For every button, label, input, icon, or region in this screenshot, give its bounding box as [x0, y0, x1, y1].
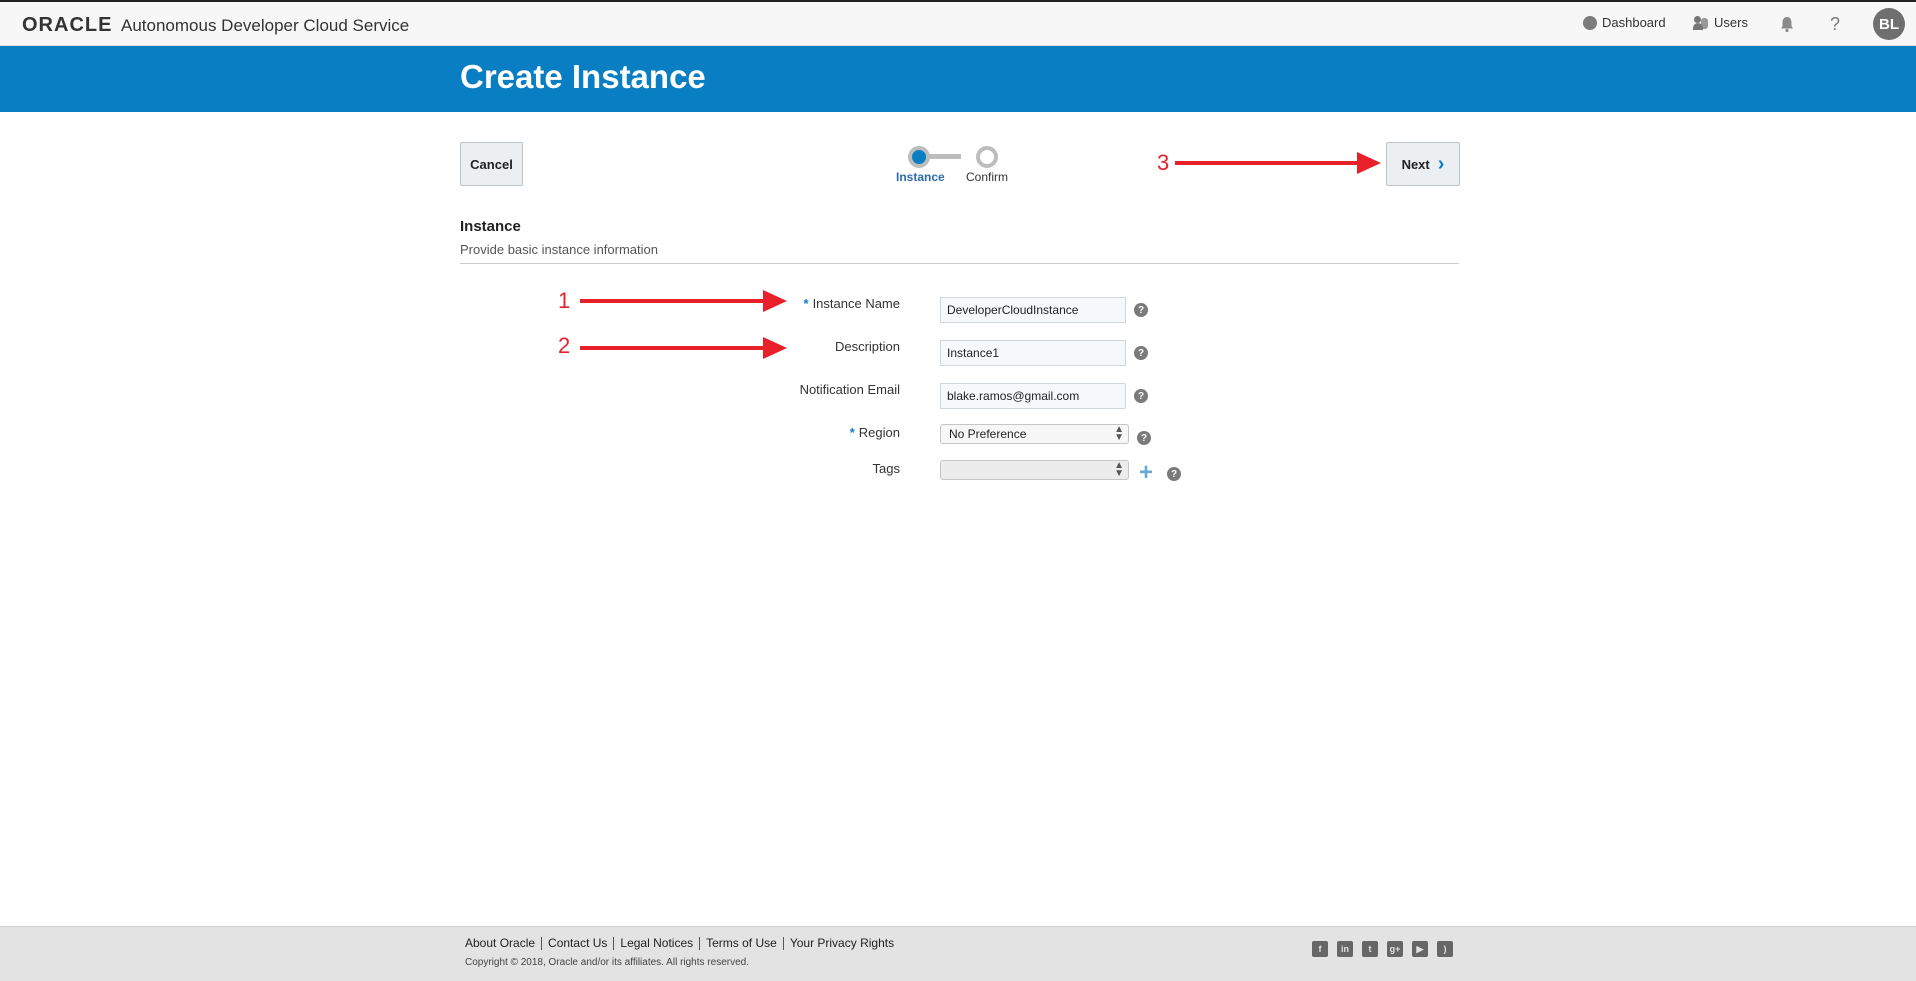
- region-label: * Region: [849, 425, 900, 440]
- annotation-number-3: 3: [1157, 150, 1170, 175]
- oracle-logo[interactable]: ORACLE: [22, 14, 112, 37]
- notification-email-help-icon[interactable]: ?: [1134, 389, 1148, 403]
- region-help-icon[interactable]: ?: [1137, 431, 1151, 445]
- instance-name-input[interactable]: [940, 297, 1126, 323]
- tags-label: Tags: [872, 461, 900, 476]
- required-marker: *: [849, 425, 855, 440]
- next-button[interactable]: Next ›: [1386, 142, 1460, 186]
- twitter-icon[interactable]: t: [1362, 941, 1378, 957]
- tags-help-icon[interactable]: ?: [1167, 467, 1181, 481]
- next-label: Next: [1401, 156, 1430, 172]
- copyright-text: Copyright © 2018, Oracle and/or its affi…: [465, 957, 749, 968]
- select-arrows-icon: ▲ ▼: [1114, 424, 1124, 443]
- avatar[interactable]: BL: [1873, 8, 1905, 40]
- annotation-arrow-1: [580, 299, 766, 303]
- instance-name-help-icon[interactable]: ?: [1134, 303, 1148, 317]
- annotation-arrow-3: [1175, 161, 1360, 165]
- app-title: Autonomous Developer Cloud Service: [121, 16, 410, 35]
- step-train: Instance Confirm: [896, 142, 1036, 192]
- annotation-number-1: 1: [558, 288, 571, 313]
- footer: About Oracle Contact Us Legal Notices Te…: [0, 926, 1916, 981]
- footer-link-about-oracle[interactable]: About Oracle: [465, 937, 541, 950]
- step-instance-indicator[interactable]: [908, 146, 930, 168]
- step-instance-label[interactable]: Instance: [896, 170, 945, 184]
- bell-icon[interactable]: [1778, 15, 1796, 33]
- page-title: Create Instance: [460, 58, 706, 95]
- users-label: Users: [1714, 15, 1748, 30]
- region-selected-value: No Preference: [949, 427, 1027, 441]
- dashboard-label: Dashboard: [1602, 15, 1666, 30]
- section-title: Instance: [460, 218, 521, 235]
- annotation-arrowhead-1: [763, 290, 787, 312]
- dashboard-link[interactable]: Dashboard: [1583, 15, 1666, 30]
- dashboard-icon: [1583, 15, 1597, 30]
- social-icons: f in t g+ ▶ ): [1312, 941, 1453, 957]
- step-confirm-label[interactable]: Confirm: [966, 170, 1008, 184]
- description-input[interactable]: [940, 340, 1126, 366]
- select-arrows-icon: ▲ ▼: [1114, 460, 1124, 479]
- annotation-number-2: 2: [558, 333, 571, 358]
- chevron-right-icon: ›: [1437, 153, 1445, 175]
- footer-link-legal-notices[interactable]: Legal Notices: [613, 937, 699, 950]
- footer-link-privacy-rights[interactable]: Your Privacy Rights: [782, 937, 900, 950]
- required-marker: *: [803, 296, 809, 311]
- top-bar: ORACLE Autonomous Developer Cloud Servic…: [0, 0, 1916, 46]
- notification-email-input[interactable]: [940, 383, 1126, 409]
- cancel-label: Cancel: [470, 156, 513, 172]
- annotation-arrowhead-3: [1357, 152, 1381, 174]
- cancel-button[interactable]: Cancel: [460, 142, 523, 186]
- google-plus-icon[interactable]: g+: [1387, 941, 1403, 957]
- region-select[interactable]: No Preference ▲ ▼: [940, 424, 1129, 444]
- add-tag-plus-icon[interactable]: +: [1139, 461, 1153, 485]
- facebook-icon[interactable]: f: [1312, 941, 1328, 957]
- help-icon[interactable]: ?: [1830, 14, 1840, 35]
- linkedin-icon[interactable]: in: [1337, 941, 1353, 957]
- rss-icon[interactable]: ): [1437, 941, 1453, 957]
- description-help-icon[interactable]: ?: [1134, 346, 1148, 360]
- annotation-arrow-2: [580, 346, 766, 350]
- step-confirm-indicator[interactable]: [976, 146, 998, 168]
- footer-link-contact-us[interactable]: Contact Us: [541, 937, 613, 950]
- tags-select[interactable]: ▲ ▼: [940, 460, 1129, 480]
- youtube-icon[interactable]: ▶: [1412, 941, 1428, 957]
- notification-email-label: Notification Email: [799, 382, 900, 397]
- page-banner: Create Instance: [0, 46, 1916, 112]
- footer-links: About Oracle Contact Us Legal Notices Te…: [465, 937, 900, 950]
- annotation-arrowhead-2: [763, 337, 787, 359]
- section-subtitle: Provide basic instance information: [460, 242, 658, 257]
- footer-link-terms-of-use[interactable]: Terms of Use: [699, 937, 783, 950]
- users-icon: [1693, 15, 1709, 30]
- users-link[interactable]: Users: [1693, 15, 1748, 30]
- section-divider: [460, 263, 1459, 264]
